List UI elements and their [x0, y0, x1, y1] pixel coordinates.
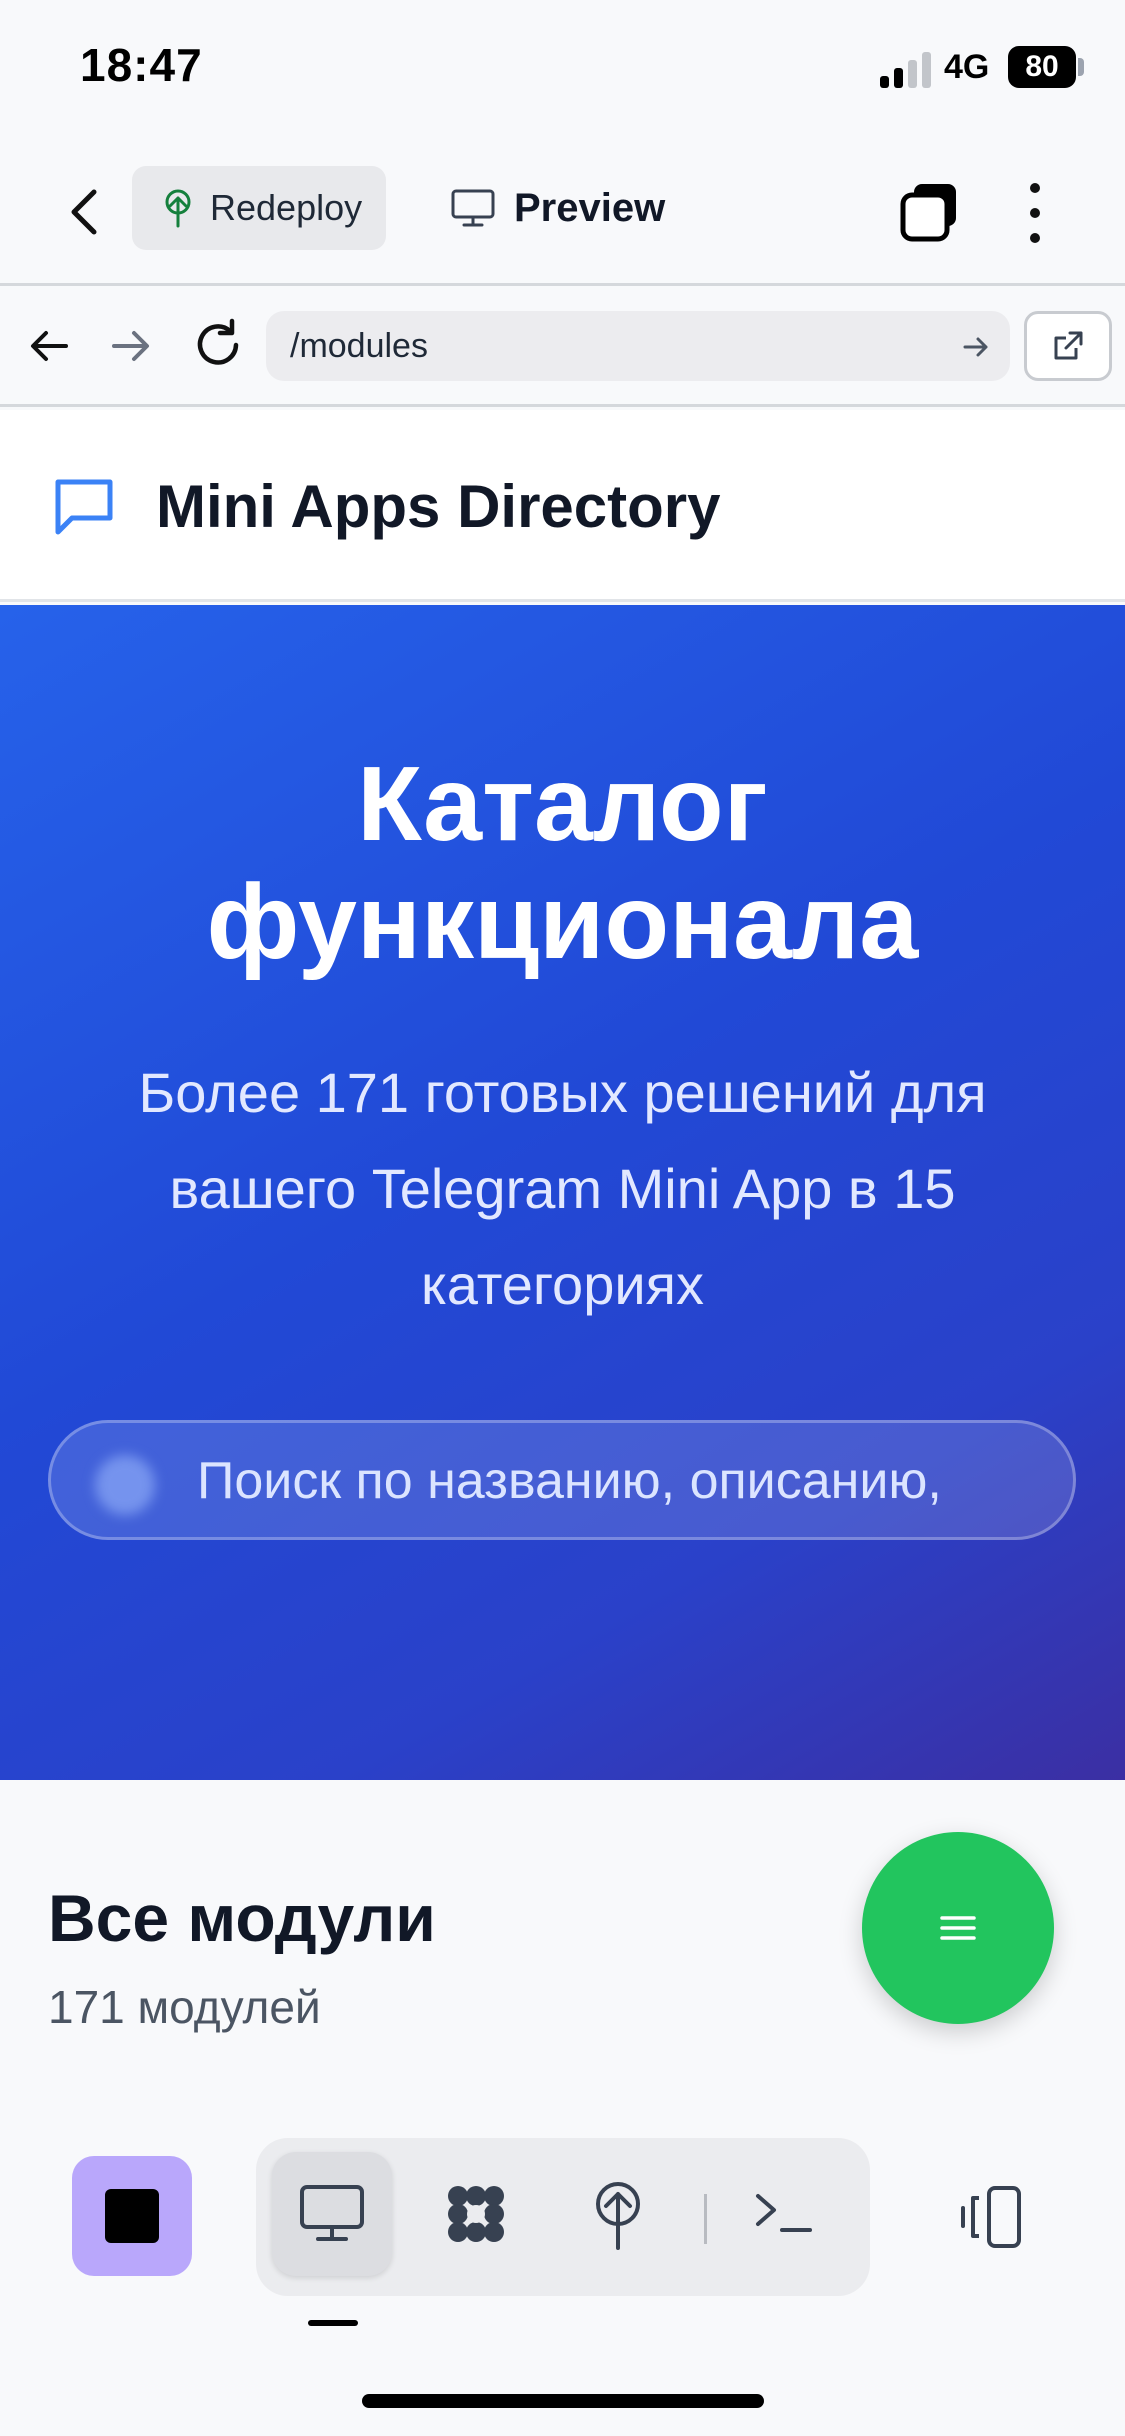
monitor-icon [451, 189, 495, 227]
site-title[interactable]: Mini Apps Directory [156, 472, 721, 541]
monitor-icon [300, 2185, 364, 2241]
back-button[interactable] [58, 180, 114, 244]
tree-upload-icon [165, 189, 191, 228]
status-time: 18:47 [80, 39, 203, 91]
url-text: /modules [290, 326, 428, 365]
hero-subtitle-line-2: вашего Telegram Mini App в 15 [169, 1157, 956, 1220]
hero-subtitle: Более 171 готовых решений для вашего Tel… [70, 1045, 1055, 1333]
modules-count: 171 модулей [48, 1981, 321, 2033]
hero-subtitle-line-3: категориях [421, 1253, 704, 1316]
bottom-dock [0, 2092, 1125, 2436]
browser-forward-button[interactable] [104, 319, 158, 373]
chat-bubble-icon [55, 479, 113, 535]
tab-preview[interactable] [272, 2152, 392, 2276]
more-vertical-icon [1030, 183, 1040, 243]
app-toolbar: Redeploy Preview [0, 140, 1125, 286]
browser-reload-button[interactable] [188, 315, 248, 375]
preview-button[interactable]: Preview [450, 166, 665, 250]
battery-cap [1078, 58, 1084, 76]
status-bar: 18:47 4G 80 [0, 0, 1125, 140]
site-header: Mini Apps Directory [0, 410, 1125, 602]
arrow-left-icon [31, 331, 68, 361]
tab-deploy[interactable] [558, 2152, 678, 2276]
tab-divider [704, 2194, 707, 2244]
device-switch-button[interactable] [955, 2184, 1027, 2250]
arrow-right-icon[interactable] [960, 331, 992, 363]
network-type: 4G [944, 48, 990, 86]
hero-subtitle-line-1: Более 171 готовых решений для [138, 1061, 987, 1124]
hero-title-line-2: функционала [206, 863, 919, 981]
redeploy-button[interactable]: Redeploy [132, 166, 386, 250]
stack-button[interactable] [898, 180, 962, 244]
menu-icon [940, 1916, 976, 1940]
open-external-button[interactable] [1024, 311, 1112, 381]
search-icon [95, 1455, 155, 1515]
stack-icon [900, 184, 956, 242]
battery-icon: 80 [1008, 46, 1076, 88]
external-link-icon [1054, 331, 1083, 360]
stop-icon [105, 2189, 159, 2243]
grid-flower-icon [448, 2186, 504, 2242]
browser-back-button[interactable] [22, 319, 76, 373]
arrow-right-icon [112, 331, 149, 361]
hero-title-line-1: Каталог [357, 745, 768, 863]
menu-button[interactable] [862, 1832, 1054, 2024]
signal-icon [880, 52, 932, 88]
browser-bar: /modules [0, 289, 1125, 407]
preview-label: Preview [514, 185, 666, 230]
terminal-icon [756, 2194, 812, 2232]
tab-modules[interactable] [416, 2152, 536, 2276]
tab-terminal[interactable] [724, 2152, 844, 2276]
more-button[interactable] [1020, 178, 1050, 248]
active-tab-indicator [308, 2320, 358, 2326]
device-switch-icon [961, 2186, 1021, 2248]
reload-icon [197, 318, 239, 365]
stop-button[interactable] [72, 2156, 192, 2276]
hero-section: Каталог функционала Более 171 готовых ре… [0, 605, 1125, 1780]
tree-upload-icon [596, 2182, 640, 2250]
redeploy-label: Redeploy [210, 187, 363, 228]
hero-title: Каталог функционала [0, 745, 1125, 981]
dock-tab-group [256, 2138, 870, 2296]
modules-title: Все модули [48, 1881, 436, 1955]
url-field[interactable]: /modules [266, 311, 1010, 381]
search-input[interactable]: Поиск по названию, описанию, [48, 1420, 1076, 1540]
search-placeholder: Поиск по названию, описанию, [197, 1452, 942, 1510]
chevron-left-icon [71, 189, 97, 235]
home-indicator [362, 2394, 764, 2408]
